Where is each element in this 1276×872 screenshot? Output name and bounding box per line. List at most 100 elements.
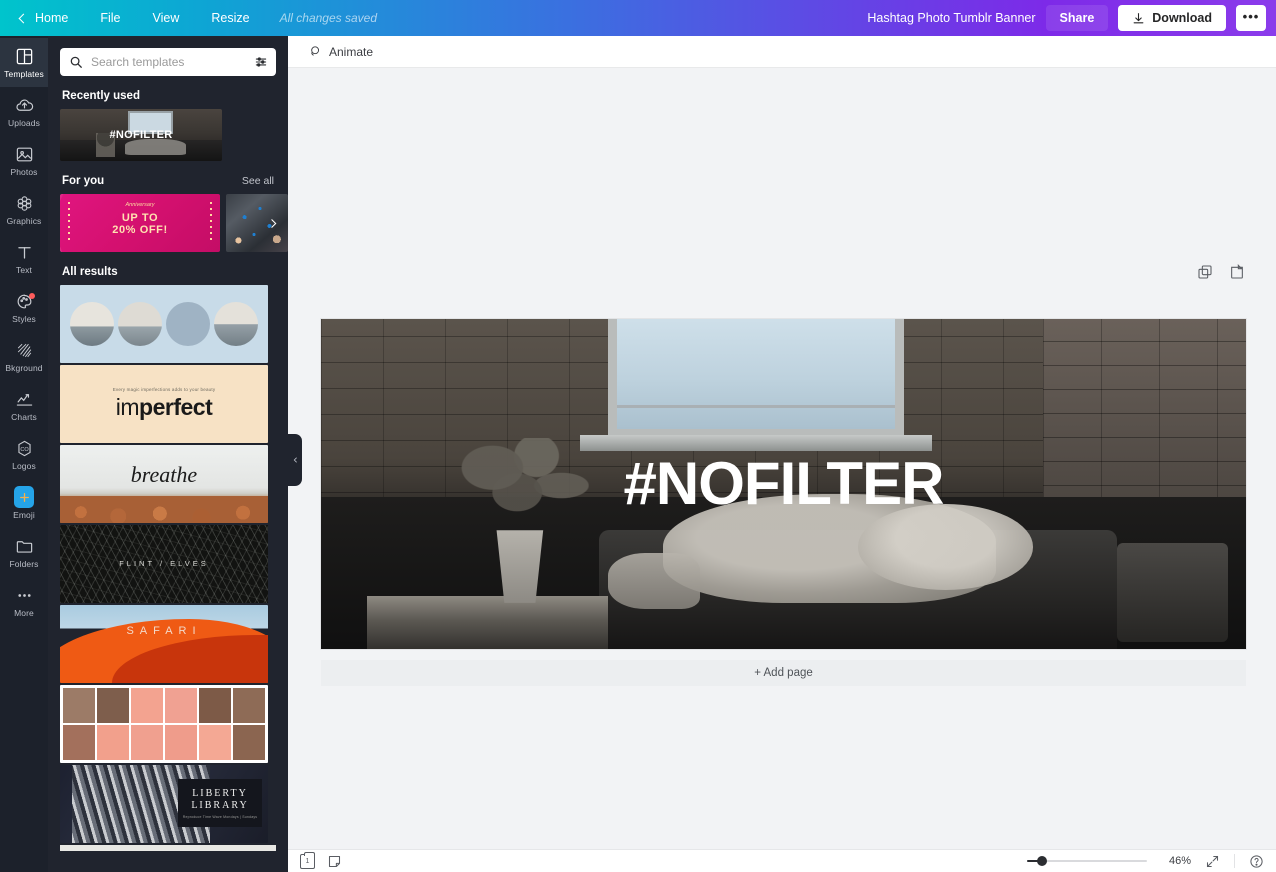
sidebar-item-more[interactable]: More	[0, 577, 48, 626]
page-tools-group	[1197, 264, 1245, 280]
header-actions-group: Hashtag Photo Tumblr Banner Share Downlo…	[867, 5, 1276, 31]
sidebar-item-folders[interactable]: Folders	[0, 528, 48, 577]
duplicate-page-icon[interactable]	[1197, 264, 1213, 280]
sidebar-label-graphics: Graphics	[7, 216, 42, 226]
search-box[interactable]	[60, 48, 276, 76]
circle-photo-1	[70, 302, 114, 346]
panel-collapse-toggle[interactable]	[288, 434, 302, 486]
logos-icon: CO	[14, 438, 34, 458]
filter-sliders-icon[interactable]	[254, 55, 268, 69]
promo-headline: UP TO 20% OFF!	[60, 212, 220, 236]
emoji-icon	[14, 487, 34, 507]
emoji-tile	[14, 486, 34, 508]
notes-icon[interactable]	[327, 854, 342, 869]
zoom-slider-handle[interactable]	[1037, 856, 1047, 866]
photo-icon	[14, 144, 34, 164]
add-page-label: + Add page	[754, 667, 813, 679]
save-status-label: All changes saved	[266, 11, 377, 25]
delete-page-icon[interactable]	[1229, 264, 1245, 280]
thumb-label: #NOFILTER	[60, 129, 222, 141]
recently-used-header: Recently used	[48, 76, 288, 109]
share-button[interactable]: Share	[1046, 5, 1109, 31]
sidebar-item-uploads[interactable]: Uploads	[0, 87, 48, 136]
page-manager-icon[interactable]: 1	[300, 854, 315, 869]
chevron-right-icon[interactable]	[264, 214, 282, 232]
text-icon	[14, 242, 34, 262]
sidebar-item-styles[interactable]: Styles	[0, 283, 48, 332]
sidebar-item-photos[interactable]: Photos	[0, 136, 48, 185]
more-dots-icon	[14, 585, 34, 605]
sidebar-item-bkground[interactable]: Bkground	[0, 332, 48, 381]
menu-file[interactable]: File	[84, 0, 136, 36]
document-title[interactable]: Hashtag Photo Tumblr Banner	[867, 11, 1035, 25]
promo-headline-line2: 20% OFF!	[60, 224, 220, 236]
canvas-headline-text[interactable]: #NOFILTER	[321, 454, 1246, 514]
promo-headline-line1: UP TO	[60, 212, 220, 224]
imperfect-word-light: im	[116, 394, 139, 420]
sidebar-item-templates[interactable]: Templates	[0, 38, 48, 87]
grid-cell	[63, 725, 95, 760]
sidebar-item-text[interactable]: Text	[0, 234, 48, 283]
sidebar-label-logos: Logos	[12, 461, 36, 471]
grid-cell	[199, 688, 231, 723]
grid-cell	[97, 725, 129, 760]
animate-label: Animate	[329, 45, 373, 59]
template-card-breathe[interactable]: breathe	[60, 445, 268, 523]
template-card-photo-grid[interactable]	[60, 685, 268, 763]
sidebar-label-emoji: Emoji	[13, 510, 35, 520]
recently-used-row: #NOFILTER	[48, 109, 288, 161]
recently-used-title: Recently used	[62, 90, 140, 102]
ferns-title: FLINT / ELVES	[60, 559, 268, 568]
add-page-button[interactable]: + Add page	[321, 660, 1246, 686]
help-question-icon[interactable]	[1249, 854, 1264, 869]
imperfect-wordmark: imperfect	[116, 394, 212, 421]
home-button[interactable]: Home	[14, 0, 84, 36]
template-card-circles[interactable]	[60, 285, 268, 363]
chevron-left-icon	[19, 13, 29, 23]
all-results-title: All results	[62, 266, 118, 278]
canvas-scroll-area[interactable]: #NOFILTER + Add page	[288, 68, 1276, 849]
sidebar-label-bkground: Bkground	[5, 363, 42, 373]
for-you-header: For you See all	[48, 161, 288, 194]
library-line1: LIBERTY	[192, 788, 248, 800]
download-icon	[1132, 12, 1145, 25]
thumb-art-nofilter: #NOFILTER	[60, 109, 222, 161]
template-card-ferns[interactable]: FLINT / ELVES	[60, 525, 268, 603]
grid-cell	[199, 725, 231, 760]
grid-cell	[97, 688, 129, 723]
menu-resize[interactable]: Resize	[195, 0, 265, 36]
sidebar-item-logos[interactable]: CO Logos	[0, 430, 48, 479]
library-subtitle: Reproduce Time Wave Mondays | Sundays	[183, 815, 258, 819]
for-you-title: For you	[62, 175, 104, 187]
sidebar-item-graphics[interactable]: Graphics	[0, 185, 48, 234]
template-card-library[interactable]: LIBERTY LIBRARY Reproduce Time Wave Mond…	[60, 765, 268, 843]
template-card-safari[interactable]: SAFARI	[60, 605, 268, 683]
sidebar-item-emoji[interactable]: Emoji	[0, 479, 48, 528]
for-you-see-all-link[interactable]: See all	[242, 175, 274, 187]
grid-cell	[233, 725, 265, 760]
for-you-card-promo[interactable]: Anniversary UP TO 20% OFF!	[60, 194, 220, 252]
imperfect-word-bold: perfect	[139, 394, 212, 420]
template-card-imperfect[interactable]: Every magic imperfections adds to your b…	[60, 365, 268, 443]
thumb-bedding	[125, 139, 187, 155]
design-canvas-page[interactable]: #NOFILTER	[321, 319, 1246, 649]
graphics-icon	[14, 193, 34, 213]
all-results-header: All results	[48, 252, 288, 285]
template-card-partial[interactable]	[60, 845, 276, 851]
download-button[interactable]: Download	[1118, 5, 1226, 31]
canvas-sofa-arm-right	[1117, 543, 1228, 642]
menu-view[interactable]: View	[137, 0, 196, 36]
templates-icon	[14, 46, 34, 66]
bottom-left-tools: 1	[300, 854, 342, 869]
search-input[interactable]	[91, 55, 246, 69]
zoom-slider[interactable]	[1027, 860, 1147, 862]
sidebar-item-charts[interactable]: Charts	[0, 381, 48, 430]
canvas-window-sill	[580, 435, 932, 452]
left-sidebar-rail: Templates Uploads Photos	[0, 36, 48, 872]
grid-cell	[131, 688, 163, 723]
more-options-button[interactable]: •••	[1236, 5, 1266, 31]
recently-used-thumb[interactable]: #NOFILTER	[60, 109, 222, 161]
expand-fullscreen-icon[interactable]	[1205, 854, 1220, 869]
animate-button[interactable]: Animate	[300, 40, 380, 63]
grid-cell	[63, 688, 95, 723]
